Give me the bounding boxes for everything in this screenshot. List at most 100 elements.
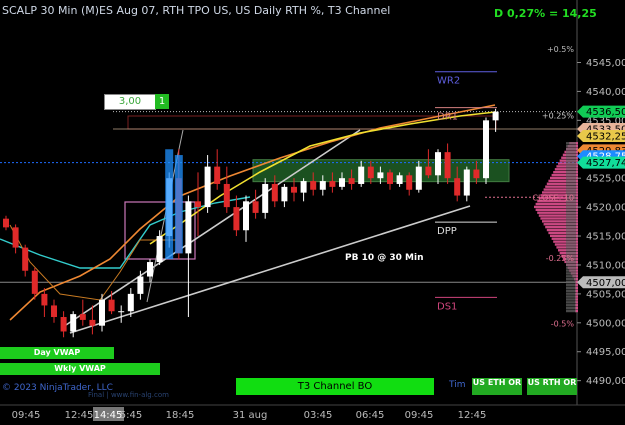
time-axis[interactable]: 09:45 12:45 14:455:45 18:45 31 aug 03:45 06:45… [12, 407, 487, 421]
candle-body [387, 172, 393, 184]
candle-body [204, 166, 211, 208]
candle-body [454, 178, 461, 196]
tpo-row-gray [566, 234, 576, 238]
y-tick-label: 4495,00 [586, 347, 625, 358]
tpo-row-gray [566, 301, 576, 304]
tpo-row-gray [566, 295, 576, 298]
level-dpp-label: DPP [437, 226, 457, 237]
candle-body [60, 317, 67, 332]
tpo-row-gray [566, 147, 576, 151]
tpo-row-gray [566, 179, 576, 183]
candle-body [281, 186, 288, 202]
x-tick-label: 12:45 [458, 410, 487, 421]
candle-body [99, 299, 105, 326]
tpo-row-gray [566, 185, 576, 188]
candle-body [214, 166, 221, 184]
day-vwap-badge: Day VWAP [0, 347, 114, 359]
tpo-row-gray [566, 144, 576, 148]
price-label-text: 4507,00 [586, 278, 625, 289]
candle-body [329, 181, 336, 187]
percent-label: +0.5% [547, 45, 574, 54]
tpo-row-gray [566, 231, 576, 235]
x-tick-label: 06:45 [356, 410, 385, 421]
level-dr1-label: DR1 [437, 112, 458, 123]
tpo-row-gray [566, 217, 576, 220]
candle-body [156, 236, 163, 263]
y-tick-label: 4490,00 [586, 376, 625, 387]
tpo-row-gray [566, 223, 576, 226]
pb-annotation: PB 10 @ 30 Min [345, 253, 424, 263]
tpo-row-gray [566, 278, 576, 281]
y-tick-label: 4515,00 [586, 232, 625, 243]
candle-body [396, 175, 403, 184]
quantity-input[interactable]: 3,00 [104, 94, 156, 110]
level-ds1-label: DS1 [437, 301, 457, 312]
tpo-row-gray [566, 225, 576, 229]
tpo-row-gray [566, 162, 576, 165]
tpo-row-gray [566, 220, 576, 223]
price-label-text: 4536,50 [586, 107, 625, 118]
tpo-row-gray [566, 159, 576, 162]
tpo-row-gray [566, 153, 576, 157]
candle-body [3, 218, 9, 228]
us-rth-or-badge: US RTH OR [527, 378, 577, 395]
breakout-highlight [165, 149, 174, 260]
candle-body [444, 152, 451, 179]
tpo-row-gray [566, 168, 576, 171]
y-tick-label: 4520,00 [586, 203, 625, 214]
x-tick-label: 18:45 [166, 410, 195, 421]
price-chart[interactable]: WR2 DR1 DPP DS1 +0.5% +0.25% CLOSE: 10 -0.25% -0… [0, 0, 625, 425]
tpo-row-gray [566, 173, 576, 177]
x-tick-label: 03:45 [304, 410, 333, 421]
breakout-highlight [174, 155, 183, 254]
percent-label: -0.25% [546, 254, 575, 263]
tpo-row-gray [566, 309, 576, 313]
candle-body [435, 152, 441, 176]
candle-body [367, 166, 374, 179]
tpo-row-gray [566, 243, 576, 246]
candle-body [118, 311, 125, 313]
x-tick-label: 09:45 [12, 410, 41, 421]
x-tick-label: 5:45 [120, 410, 142, 421]
candle-body [252, 201, 259, 213]
tpo-row-gray [566, 171, 576, 174]
candle-body [79, 314, 86, 320]
x-tick-label: 09:45 [405, 410, 434, 421]
tpo-row-gray [566, 240, 576, 243]
candle-body [463, 169, 470, 196]
x-tick-label: 12:45 [65, 410, 94, 421]
candle-body [319, 181, 326, 190]
price-label-text: 4527,74 [586, 158, 625, 169]
candle-body [70, 314, 77, 332]
wkly-vwap-badge: Wkly VWAP [0, 363, 160, 375]
candle-body [12, 227, 19, 248]
candle-body [271, 183, 278, 202]
candle-body [22, 247, 29, 271]
candle-body [415, 166, 422, 190]
tpo-row-gray [566, 165, 576, 168]
tpo-row-gray [566, 176, 576, 180]
tpo-row-gray [566, 156, 576, 159]
candle-body [339, 178, 345, 187]
tpo-row-gray [566, 304, 576, 307]
t3-channel-badge: T3 Channel BO [236, 378, 434, 395]
tpo-row-gray [566, 214, 576, 217]
y-tick-label: 4510,00 [586, 260, 625, 271]
tpo-row-gray [566, 298, 576, 301]
tpo-row-gray [566, 188, 576, 191]
candle-body [262, 183, 269, 213]
tpo-row-gray [566, 208, 576, 211]
level-wr2-label: WR2 [437, 76, 460, 87]
candle-body [41, 293, 48, 306]
y-tick-label: 4545,00 [586, 58, 625, 69]
tpo-row-gray [566, 150, 576, 154]
tpo-row-gray [566, 266, 576, 269]
tpo-row-gray [566, 269, 576, 272]
candle-body [137, 276, 144, 294]
x-tick-label: 31 aug [233, 410, 268, 421]
quantity-button[interactable]: 1 [155, 94, 169, 109]
tpo-row-gray [566, 246, 576, 249]
candle-body [147, 262, 153, 277]
tpo-row-gray [566, 202, 576, 206]
tpo-row-gray [566, 182, 576, 185]
